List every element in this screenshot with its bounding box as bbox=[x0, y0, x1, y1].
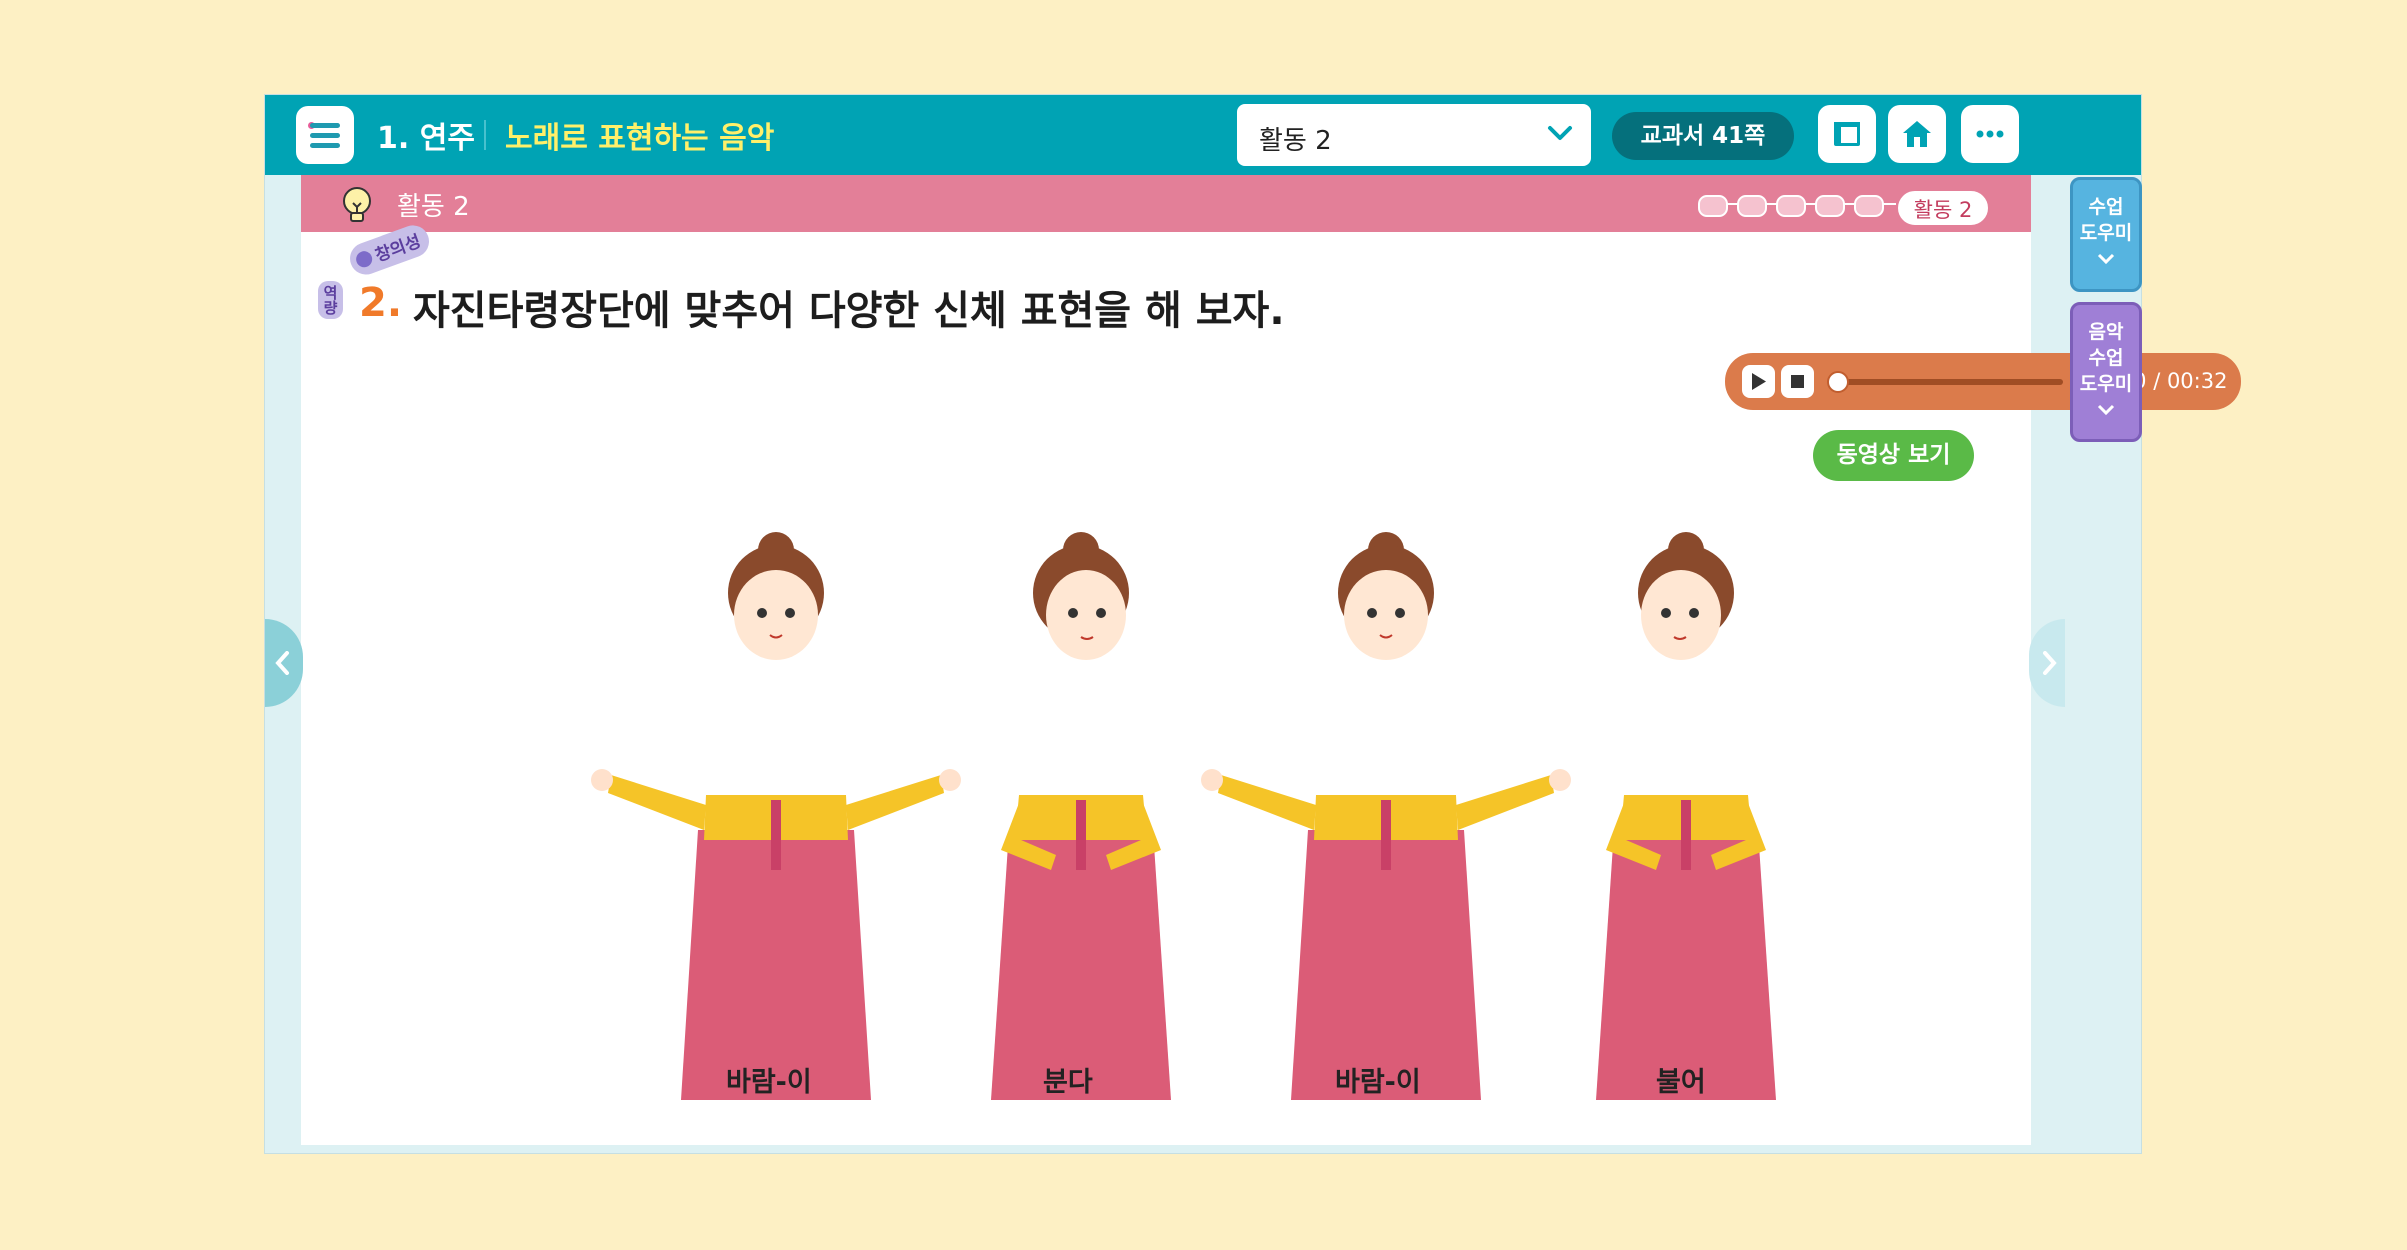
audio-seek-track[interactable] bbox=[1837, 379, 2063, 385]
watch-video-button[interactable]: 동영상 보기 bbox=[1813, 430, 1974, 481]
class-helper-tab[interactable]: 수업 도우미 bbox=[2070, 177, 2142, 292]
chevron-down-icon bbox=[1548, 126, 1572, 140]
home-icon bbox=[1903, 121, 1931, 147]
next-page-button[interactable] bbox=[2029, 619, 2065, 707]
book-icon bbox=[1834, 122, 1860, 146]
lesson-title: 노래로 표현하는 음악 bbox=[505, 121, 775, 156]
audio-seek-handle[interactable] bbox=[1827, 371, 1849, 393]
dancer-figure-3 bbox=[1201, 532, 1571, 1100]
title-divider bbox=[484, 120, 486, 150]
previous-page-button[interactable] bbox=[265, 619, 303, 707]
textbook-view-button[interactable] bbox=[1818, 105, 1876, 163]
play-button[interactable] bbox=[1742, 365, 1775, 398]
figure-label: 분다 bbox=[1043, 1067, 1093, 1098]
dance-illustration bbox=[591, 532, 1776, 1100]
activity-card: 활동 2 활동 2 창의성 역량 2. 자진타령장단에 맞추어 다양한 신체 표… bbox=[301, 175, 2031, 1145]
play-icon bbox=[1752, 373, 1766, 390]
figure-label: 바람-이 bbox=[726, 1067, 812, 1098]
more-icon bbox=[1976, 130, 2004, 138]
dancer-figure-1 bbox=[591, 532, 961, 1100]
top-bar: 1. 연주 노래로 표현하는 음악 활동 2 교과서 41쪽 bbox=[265, 95, 2141, 175]
music-helper-tab[interactable]: 음악 수업 도우미 bbox=[2070, 302, 2142, 442]
stop-icon bbox=[1791, 375, 1804, 388]
activity-dropdown-value: 활동 2 bbox=[1259, 126, 1332, 156]
audio-player: 00:00 / 00:32 bbox=[1725, 353, 2241, 410]
chevron-left-icon bbox=[275, 651, 289, 675]
textbook-page-button[interactable]: 교과서 41쪽 bbox=[1612, 112, 1794, 160]
textbook-app: 1. 연주 노래로 표현하는 음악 활동 2 교과서 41쪽 활동 2 활동 2… bbox=[265, 95, 2241, 1153]
chevron-right-icon bbox=[2043, 651, 2057, 675]
class-helper-label: 수업 도우미 bbox=[2079, 196, 2133, 244]
unit-title: 1. 연주 bbox=[377, 121, 475, 156]
menu-button[interactable] bbox=[296, 106, 354, 164]
dancer-figure-2 bbox=[991, 532, 1171, 1100]
chevron-down-icon bbox=[2097, 404, 2115, 416]
figure-label: 바람-이 bbox=[1335, 1067, 1421, 1098]
figure-label: 불어 bbox=[1656, 1067, 1706, 1098]
stop-button[interactable] bbox=[1781, 365, 1814, 398]
music-helper-label: 음악 수업 도우미 bbox=[2079, 321, 2133, 395]
more-button[interactable] bbox=[1961, 105, 2019, 163]
home-button[interactable] bbox=[1888, 105, 1946, 163]
chevron-down-icon bbox=[2097, 253, 2115, 265]
activity-dropdown[interactable]: 활동 2 bbox=[1237, 104, 1591, 166]
dancer-figure-4 bbox=[1596, 532, 1776, 1100]
